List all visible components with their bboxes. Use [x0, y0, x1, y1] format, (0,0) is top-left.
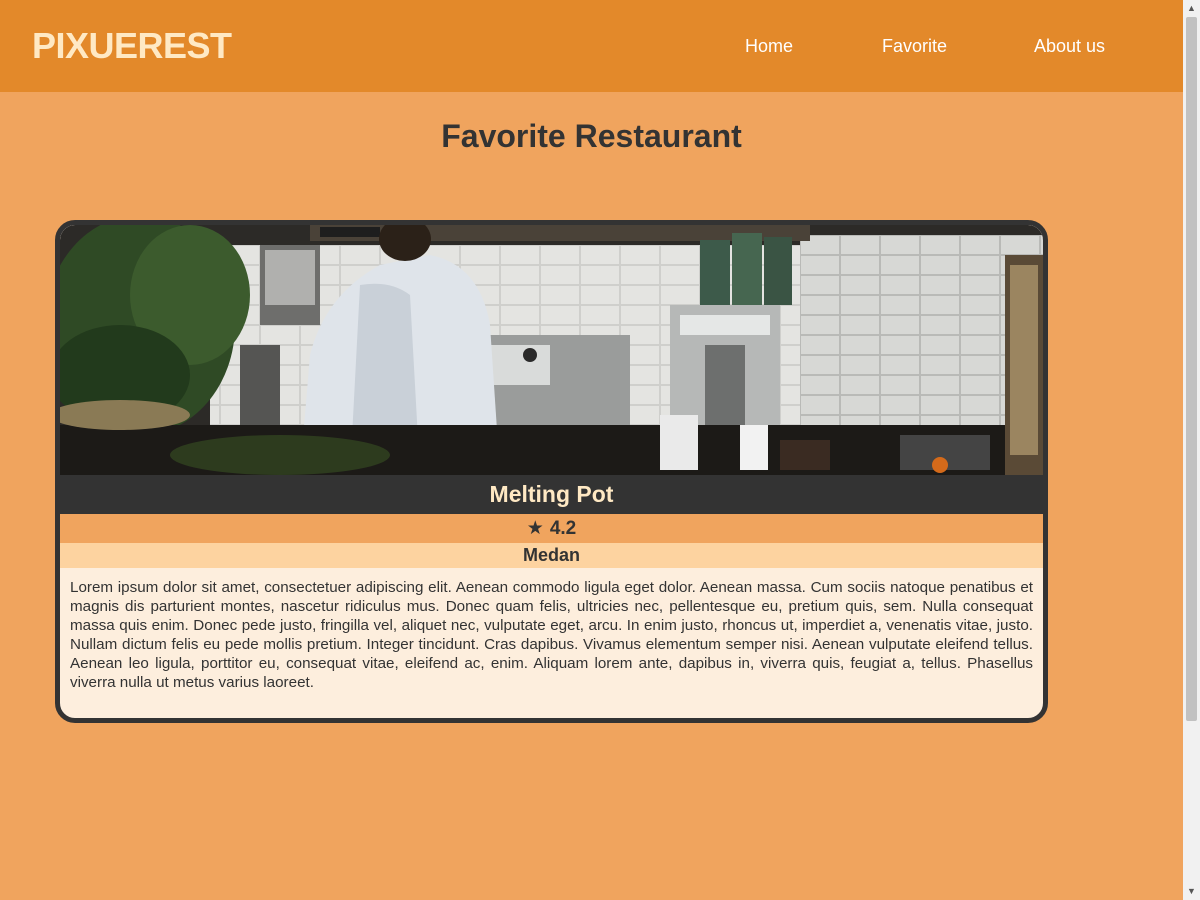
page-title: Favorite Restaurant — [441, 118, 742, 154]
vertical-scrollbar[interactable]: ▲ ▼ — [1183, 0, 1200, 900]
restaurant-name[interactable]: Melting Pot — [60, 475, 1043, 514]
scroll-up-icon[interactable]: ▲ — [1183, 0, 1200, 17]
restaurant-card[interactable]: Melting Pot ★ 4.2 Medan Lorem ipsum dolor… — [55, 220, 1048, 723]
nav-home-link[interactable]: Home — [745, 34, 793, 58]
star-icon: ★ — [526, 518, 544, 539]
scroll-thumb[interactable] — [1186, 17, 1197, 721]
restaurant-rating: ★ 4.2 — [60, 514, 1043, 543]
scroll-down-icon[interactable]: ▼ — [1183, 883, 1200, 900]
rating-value: 4.2 — [549, 518, 577, 539]
restaurant-image[interactable] — [60, 225, 1043, 475]
site-header: PIXUEREST Home Favorite About us — [0, 0, 1183, 92]
nav-favorite-link[interactable]: Favorite — [882, 34, 947, 58]
nav-about-link[interactable]: About us — [1034, 34, 1105, 58]
restaurant-city: Medan — [60, 543, 1043, 568]
restaurant-description: Lorem ipsum dolor sit amet, consectetuer… — [70, 579, 1033, 691]
main-nav: Home Favorite About us — [0, 34, 1183, 58]
page-viewport: PIXUEREST Home Favorite About us Favorit… — [0, 0, 1183, 900]
